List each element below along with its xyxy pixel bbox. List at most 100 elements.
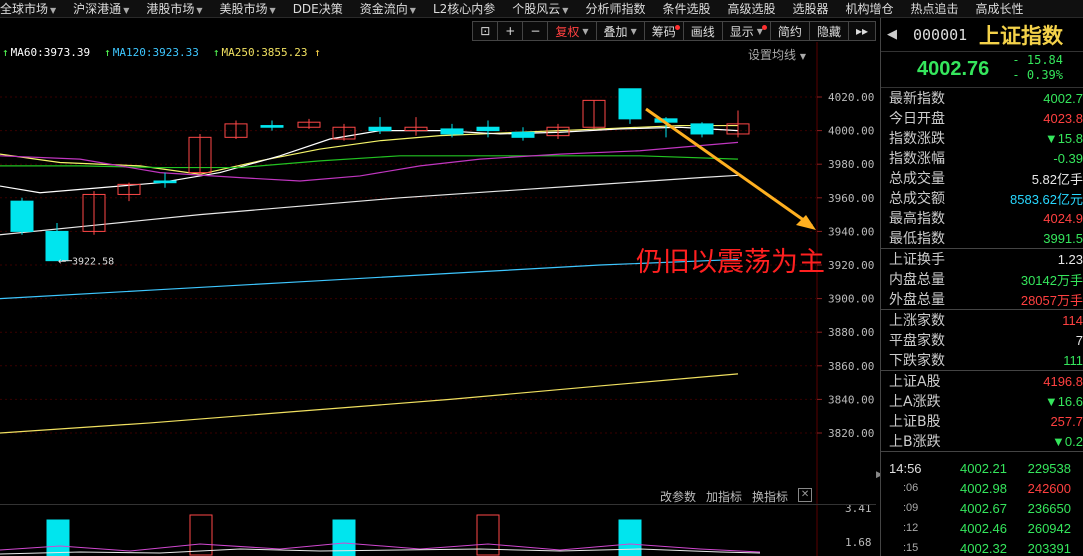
price-axis-label: 3920.00: [828, 259, 874, 272]
chevron-down-icon: ▼: [196, 6, 203, 15]
top-menu-label: 机构增仓: [845, 2, 894, 16]
price-axis-label: 4020.00: [828, 91, 874, 104]
kline-chart-canvas[interactable]: 4020.00 4000.00 3980.00 3960.00 3940.00 3920.…: [0, 18, 876, 556]
top-menu-item[interactable]: 港股市场 ▼: [146, 0, 209, 17]
top-menu-item[interactable]: L2核心内参: [433, 0, 502, 17]
top-menu-item[interactable]: 个股风云 ▼: [512, 0, 575, 17]
subchart-divider: [0, 504, 876, 505]
tick-volume: 236650: [1027, 500, 1071, 516]
ma-settings-dropdown[interactable]: 设置均线 ▼: [748, 46, 806, 63]
ma250-line: [0, 373, 739, 434]
restore-rights-label: 复权: [555, 24, 580, 39]
candle-body: [511, 131, 535, 138]
arrow-up-icon: ↑: [212, 46, 220, 59]
stat-row: 指数涨幅 -0.39: [881, 148, 1083, 168]
price-axis-label: 4000.00: [828, 125, 874, 138]
top-menu-item[interactable]: 分析师指数: [585, 0, 652, 17]
top-menu-item[interactable]: 选股器: [792, 0, 835, 17]
notification-dot-icon: [761, 25, 767, 30]
stat-row: 上B涨跌 ▼0.2: [881, 431, 1083, 451]
top-menu-item[interactable]: 高成长性: [976, 0, 1031, 17]
chips-label: 筹码: [651, 24, 676, 39]
ma30-line: [0, 141, 739, 182]
stat-row: 外盘总量 28057万手: [881, 289, 1083, 309]
security-code: 000001: [913, 26, 968, 44]
stat-value: 114: [1062, 312, 1083, 328]
top-menu-label: 条件选股: [662, 2, 711, 16]
top-menu-item[interactable]: 热点追击: [911, 0, 966, 17]
notification-dot-icon: [674, 25, 680, 30]
annotation-arrow-line: [645, 107, 813, 228]
top-menu-bar: 全球市场 ▼ 沪深港通 ▼ 港股市场 ▼ 美股市场 ▼ DDE决策 资金流向 ▼ L2核心内参 个股风云…: [0, 0, 1083, 18]
top-menu-item[interactable]: 沪深港通 ▼: [73, 0, 136, 17]
security-name: 上证指数: [979, 24, 1063, 48]
top-menu-label: 分析师指数: [585, 2, 646, 16]
stat-label: 上A涨跌: [889, 394, 941, 410]
price-change-block: - 15.84 - 0.39%: [1007, 53, 1063, 83]
low-marker-label: 3922.58: [72, 257, 114, 268]
top-menu-item[interactable]: 全球市场 ▼: [0, 0, 63, 17]
top-menu-item[interactable]: 机构增仓: [846, 0, 901, 17]
stat-label: 总成交额: [889, 191, 945, 207]
edit-params-button[interactable]: 改参数: [660, 488, 696, 505]
simple-mode-button[interactable]: 简约: [770, 21, 810, 41]
plus-icon: +: [505, 24, 516, 38]
stat-label: 指数涨跌: [889, 131, 945, 147]
display-dropdown[interactable]: 显示 ▼: [722, 21, 771, 41]
add-indicator-button[interactable]: 加指标: [706, 488, 742, 505]
ma120-label: MA120:3923.33: [112, 46, 199, 59]
simple-label: 简约: [777, 24, 802, 39]
quote-side-panel: ◀ 000001 上证指数 4002.76 - 15.84 - 0.39% 最新…: [880, 18, 1083, 556]
ma-settings-label: 设置均线: [748, 48, 797, 62]
lock-icon-button[interactable]: ⊡: [472, 21, 499, 41]
zoom-in-button[interactable]: +: [498, 21, 524, 41]
top-menu-label: 美股市场: [219, 2, 268, 16]
tick-time: :12: [903, 522, 919, 534]
tick-row: :12 4002.46 260942: [881, 518, 1083, 538]
stats-group: 上证换手 1.23 内盘总量 30142万手 外盘总量 28057万手: [881, 249, 1083, 310]
top-menu-item[interactable]: 美股市场 ▼: [220, 0, 283, 17]
stats-group: 上涨家数 114 平盘家数 7 下跌家数 111: [881, 310, 1083, 371]
top-menu-item[interactable]: 资金流向 ▼: [360, 0, 423, 17]
chevron-down-icon: ▼: [562, 6, 569, 15]
stat-label: 下跌家数: [889, 353, 945, 369]
tick-time: 14:56: [889, 460, 922, 476]
chevron-down-icon: ▼: [123, 6, 130, 15]
top-menu-item[interactable]: 条件选股: [662, 0, 717, 17]
tick-row: 14:56 4002.21 229538: [881, 458, 1083, 478]
switch-indicator-button[interactable]: 换指标: [752, 488, 788, 505]
chips-button[interactable]: 筹码: [644, 21, 684, 41]
expand-more-button[interactable]: ▸▸: [848, 21, 876, 41]
tick-volume: 242600: [1027, 480, 1071, 496]
indicator-toolbar: 改参数 加指标 换指标 ✕: [660, 488, 813, 505]
restore-rights-dropdown[interactable]: 复权 ▼: [548, 21, 597, 41]
top-menu-item[interactable]: 高级选股: [727, 0, 782, 17]
candle-body: [690, 123, 714, 135]
chart-toolbar: ⊡ + − 复权 ▼ 叠加 ▼ 筹码 画线 显示 ▼ 简约 隐藏 ▸▸: [472, 20, 876, 42]
hide-label: 隐藏: [816, 24, 841, 39]
top-menu-item[interactable]: DDE决策: [293, 0, 350, 17]
chevron-left-icon[interactable]: ◀: [887, 27, 897, 42]
chevron-down-icon: ▼: [50, 6, 57, 15]
sub-axis-label: 1.68: [845, 536, 872, 549]
stat-value: 257.7: [1050, 413, 1083, 429]
overlay-dropdown[interactable]: 叠加 ▼: [596, 21, 645, 41]
top-menu-label: 个股风云: [512, 2, 561, 16]
stat-row: 总成交额 8583.62亿元: [881, 188, 1083, 208]
stat-label: 内盘总量: [889, 272, 945, 288]
arrow-up-icon: ↑: [307, 46, 321, 59]
tick-price: 4002.21: [960, 460, 1007, 476]
close-icon[interactable]: ✕: [798, 488, 813, 502]
ma120-legend: ↑ MA120:3923.33: [104, 46, 199, 59]
top-menu-label: 热点追击: [910, 2, 959, 16]
double-chevron-right-icon: ▸▸: [855, 24, 868, 38]
candle-body: [153, 180, 177, 184]
tick-price: 4002.98: [960, 480, 1007, 496]
hide-button[interactable]: 隐藏: [809, 21, 849, 41]
price-axis-label: 3880.00: [828, 326, 874, 339]
stat-label: 外盘总量: [889, 292, 945, 308]
quote-price-block: 4002.76 - 15.84 - 0.39%: [881, 52, 1083, 88]
zoom-out-button[interactable]: −: [523, 21, 549, 41]
draw-line-button[interactable]: 画线: [683, 21, 723, 41]
kline-chart-panel[interactable]: 4020.00 4000.00 3980.00 3960.00 3940.00 3920.…: [0, 18, 876, 556]
